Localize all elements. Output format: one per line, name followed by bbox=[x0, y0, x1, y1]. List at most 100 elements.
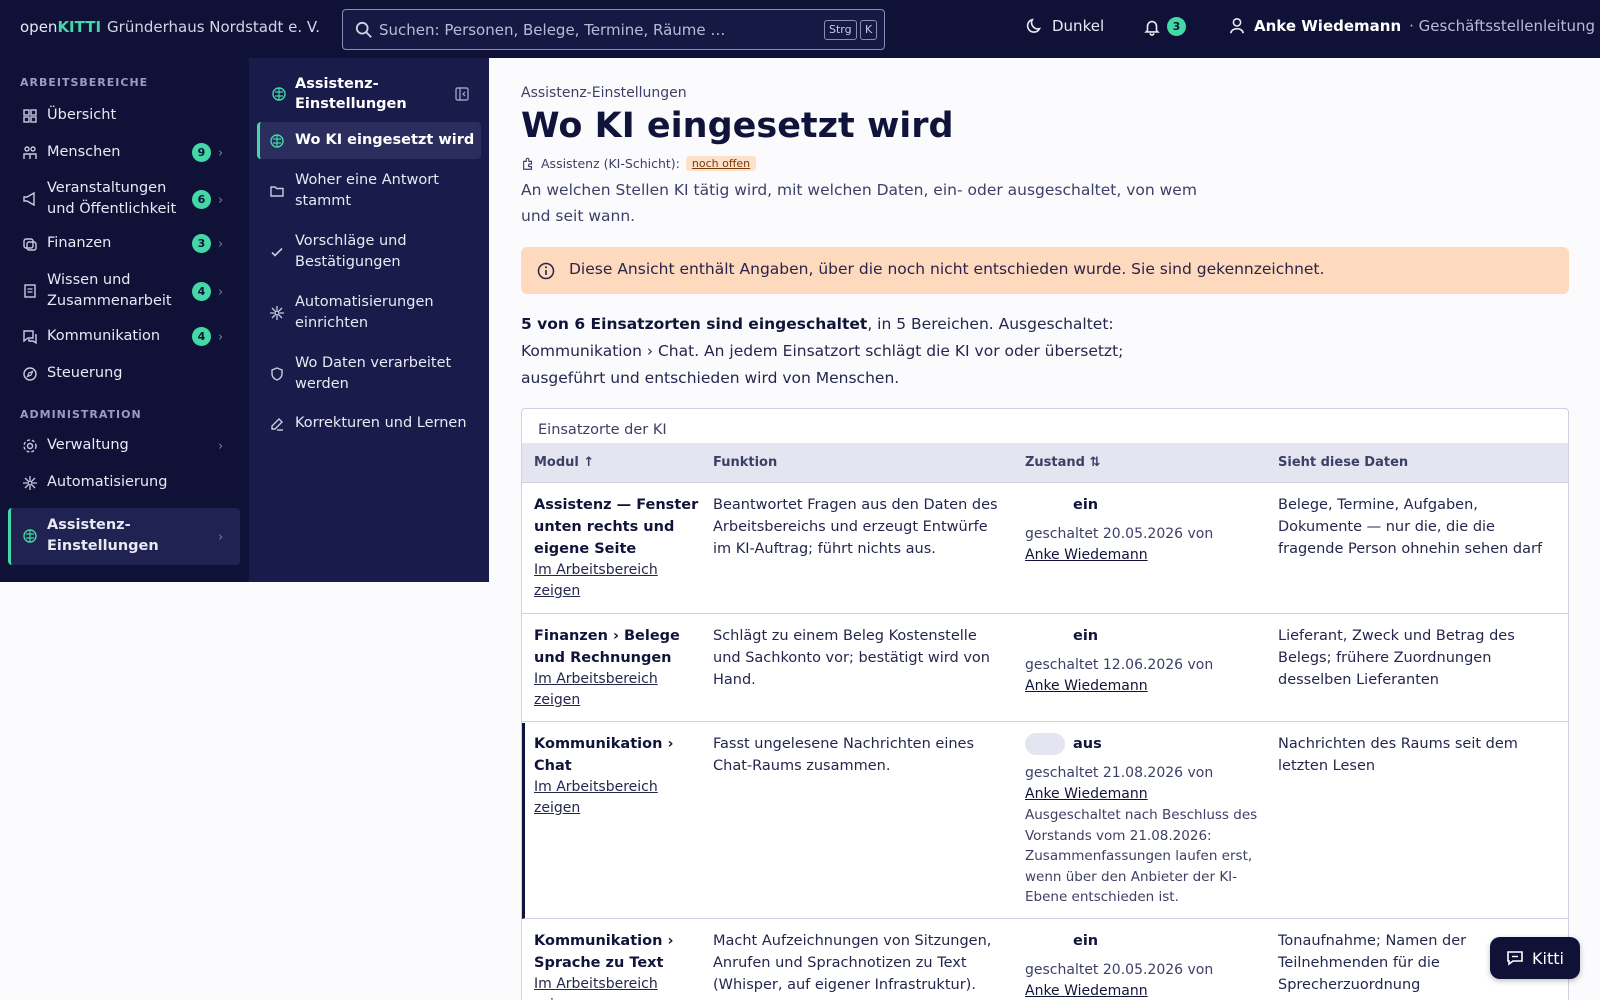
sidebar-item-label: Veranstaltungen und Öffentlichkeit bbox=[47, 180, 177, 217]
state-label: ein bbox=[1073, 933, 1099, 949]
user-icon bbox=[1229, 17, 1245, 34]
breadcrumb[interactable]: Assistenz-Einstellungen bbox=[521, 85, 687, 101]
bell-icon bbox=[1144, 20, 1160, 36]
switched-user-link[interactable]: Anke Wiedemann bbox=[1025, 547, 1148, 563]
switched-prefix: geschaltet bbox=[1025, 962, 1099, 978]
sidebar-item-automation[interactable]: Automatisierung bbox=[8, 469, 240, 497]
sub-panel-title: Assistenz-Einstellungen bbox=[295, 76, 407, 112]
sidebar-item-people[interactable]: Menschen 9 › bbox=[8, 139, 240, 167]
sidebar-item-label: Wissen und Zusammenarbeit bbox=[47, 272, 172, 309]
brand-logo[interactable]: openKITTI Gründerhaus Nordstadt e. V. bbox=[20, 18, 320, 36]
top-bar: openKITTI Gründerhaus Nordstadt e. V. Str… bbox=[0, 0, 1600, 58]
sub-item-suggestions[interactable]: Vorschläge und Bestätigungen bbox=[257, 229, 481, 275]
switched-info: geschaltet 12.06.2026 von Anke Wiedemann bbox=[1025, 655, 1260, 697]
module-name: Kommunikation › Sprache zu Text bbox=[534, 933, 674, 971]
collapse-panel-icon[interactable] bbox=[454, 86, 470, 102]
global-search[interactable]: Strg K bbox=[342, 9, 885, 50]
state-toggle[interactable]: ein bbox=[1025, 494, 1260, 516]
show-in-workspace-link[interactable]: Im Arbeitsbereich zeigen bbox=[534, 669, 699, 711]
sidebar-item-overview[interactable]: Übersicht bbox=[8, 102, 240, 130]
sidebar-item-label: Übersicht bbox=[47, 107, 117, 123]
state-toggle[interactable]: aus bbox=[1025, 733, 1260, 755]
org-name: Gründerhaus Nordstadt e. V. bbox=[107, 18, 321, 36]
check-icon bbox=[271, 247, 283, 257]
sidebar-item-label: Automatisierung bbox=[47, 474, 168, 490]
column-header-modul[interactable]: Modul ↑ bbox=[534, 455, 594, 470]
show-in-workspace-link[interactable]: Im Arbeitsbereich zeigen bbox=[534, 777, 699, 819]
sub-item-label: Korrekturen und Lernen bbox=[295, 415, 467, 431]
sub-item-corrections[interactable]: Korrekturen und Lernen bbox=[257, 410, 481, 438]
sidebar-item-assistant-settings[interactable]: Assistenz-Einstellungen › bbox=[8, 508, 240, 565]
status-meta: Assistenz (KI-Schicht): noch offen bbox=[521, 156, 757, 171]
people-icon bbox=[23, 146, 37, 159]
chevron-right-icon: › bbox=[218, 237, 224, 252]
function-text: Schlägt zu einem Beleg Kostenstelle und … bbox=[713, 628, 990, 688]
sidebar-item-knowledge[interactable]: Wissen und Zusammenarbeit 4 › bbox=[8, 268, 240, 314]
compass-icon bbox=[23, 367, 37, 381]
sidebar: ARBEITSBEREICHE Übersicht Menschen 9 › V… bbox=[0, 58, 249, 582]
state-label: aus bbox=[1073, 736, 1102, 752]
page-title: Wo KI eingesetzt wird bbox=[521, 106, 954, 146]
sub-item-where-ai-used[interactable]: Wo KI eingesetzt wird bbox=[257, 122, 481, 159]
chevron-right-icon: › bbox=[218, 530, 224, 545]
module-name: Assistenz — Fenster unten rechts und eig… bbox=[534, 497, 699, 557]
brain-icon bbox=[23, 529, 37, 543]
sidebar-item-finance[interactable]: Finanzen 3 › bbox=[8, 230, 240, 258]
show-in-workspace-link[interactable]: Im Arbeitsbereich zeigen bbox=[534, 974, 699, 1000]
shortcut-key-ctrl: Strg bbox=[824, 20, 857, 40]
shortcut-key-k: K bbox=[860, 20, 878, 40]
state-toggle[interactable]: ein bbox=[1025, 930, 1260, 952]
toggle-switch[interactable] bbox=[1025, 733, 1065, 755]
sidebar-item-events[interactable]: Veranstaltungen und Öffentlichkeit 6 › bbox=[8, 176, 240, 222]
switched-info: geschaltet 21.08.2026 von Anke Wiedemann bbox=[1025, 763, 1260, 805]
data-text: Tonaufnahme; Namen der Teilnehmenden für… bbox=[1278, 933, 1467, 993]
switched-user-link[interactable]: Anke Wiedemann bbox=[1025, 678, 1148, 694]
gear-icon bbox=[23, 439, 37, 453]
state-toggle[interactable]: ein bbox=[1025, 625, 1260, 647]
switched-user-link[interactable]: Anke Wiedemann bbox=[1025, 983, 1148, 999]
function-text: Fasst ungelesene Nachrichten eines Chat-… bbox=[713, 736, 975, 774]
column-header-zustand[interactable]: Zustand ⇅ bbox=[1025, 455, 1100, 470]
page-intro: An welchen Stellen KI tätig wird, mit we… bbox=[521, 181, 1197, 225]
coins-icon bbox=[23, 238, 37, 251]
table-row: Finanzen › Belege und Rechnungen Im Arbe… bbox=[522, 615, 1568, 722]
toggle-switch[interactable] bbox=[1025, 494, 1065, 516]
sub-item-automations[interactable]: Automatisierungen einrichten bbox=[257, 290, 481, 336]
sub-item-label: Automatisierungen einrichten bbox=[295, 294, 434, 331]
summary-bold: 5 von 6 Einsatzorten sind eingeschaltet bbox=[521, 315, 868, 333]
switched-prefix: geschaltet bbox=[1025, 657, 1099, 673]
column-header-funktion: Funktion bbox=[713, 455, 778, 470]
sidebar-item-label: Menschen bbox=[47, 144, 121, 160]
kitti-assistant-button[interactable]: Kitti bbox=[1490, 937, 1580, 979]
sub-item-label: Wo Daten verarbeitet werden bbox=[295, 355, 452, 392]
folder-icon bbox=[270, 186, 284, 197]
sidebar-item-label: Steuerung bbox=[47, 365, 123, 381]
status-badge[interactable]: noch offen bbox=[685, 156, 757, 171]
toggle-switch[interactable] bbox=[1025, 625, 1065, 647]
switched-user-link[interactable]: Anke Wiedemann bbox=[1025, 786, 1148, 802]
count-badge: 3 bbox=[192, 234, 211, 253]
count-badge: 4 bbox=[192, 282, 211, 301]
sidebar-item-label: Verwaltung bbox=[47, 437, 129, 453]
sub-item-answer-source[interactable]: Woher eine Antwort stammt bbox=[257, 168, 481, 214]
show-in-workspace-link[interactable]: Im Arbeitsbereich zeigen bbox=[534, 560, 699, 602]
switched-by: von bbox=[1187, 765, 1214, 781]
sidebar-item-steering[interactable]: Steuerung bbox=[8, 360, 240, 388]
pending-notice: Diese Ansicht enthält Angaben, über die … bbox=[521, 247, 1569, 294]
dark-mode-toggle[interactable]: Dunkel bbox=[1026, 17, 1104, 35]
sidebar-item-communication[interactable]: Kommunikation 4 › bbox=[8, 323, 240, 351]
table-caption: Einsatzorte der KI bbox=[538, 422, 667, 438]
sub-item-data-processing[interactable]: Wo Daten verarbeitet werden bbox=[257, 351, 481, 397]
sub-item-label: Wo KI eingesetzt wird bbox=[295, 132, 475, 148]
summary-text: 5 von 6 Einsatzorten sind eingeschaltet,… bbox=[521, 311, 1211, 392]
meta-label: Assistenz (KI-Schicht): bbox=[541, 156, 680, 171]
notifications-button[interactable]: 3 bbox=[1143, 17, 1186, 36]
user-menu[interactable]: Anke Wiedemann · Geschäftsstellenleitung bbox=[1228, 17, 1595, 35]
chevron-right-icon: › bbox=[218, 146, 224, 161]
toggle-switch[interactable] bbox=[1025, 930, 1065, 952]
sidebar-item-administration[interactable]: Verwaltung › bbox=[8, 432, 240, 460]
shield-icon bbox=[271, 367, 283, 381]
ai-usage-table: Einsatzorte der KI Modul ↑ Funktion Zust… bbox=[521, 408, 1569, 1000]
puzzle-icon bbox=[523, 157, 533, 170]
search-input[interactable] bbox=[379, 18, 799, 42]
